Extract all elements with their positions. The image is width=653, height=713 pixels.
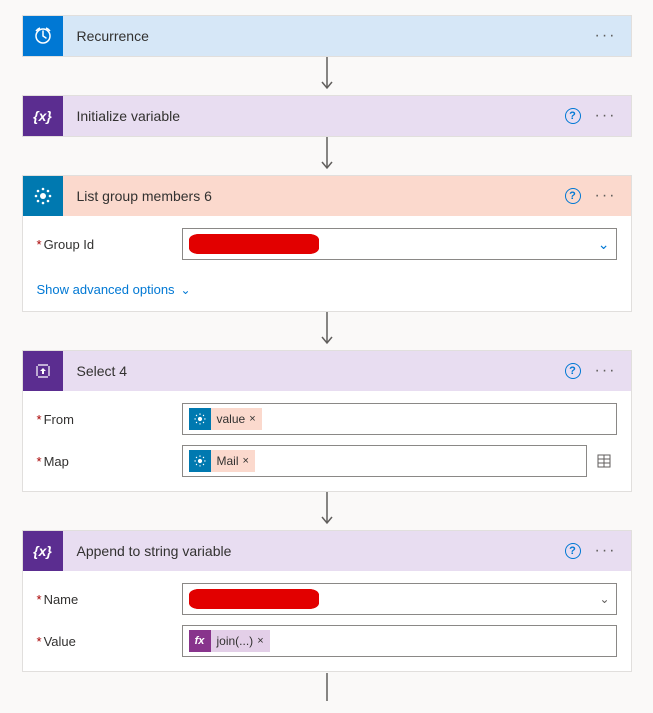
param-label-value: *Value <box>37 634 182 649</box>
more-icon[interactable]: ··· <box>595 107 617 125</box>
step-append-string[interactable]: {x} Append to string variable ? ··· *Nam… <box>22 530 632 672</box>
azure-ad-icon <box>189 450 211 472</box>
step-list-group-members[interactable]: List group members 6 ? ··· *Group Id ⌄ S… <box>22 175 632 312</box>
step-append-string-header[interactable]: {x} Append to string variable ? ··· <box>23 531 631 571</box>
token-text: join(...) <box>217 634 254 648</box>
group-id-input[interactable]: ⌄ <box>182 228 617 260</box>
redacted-value <box>189 234 319 254</box>
connector-arrow <box>10 137 643 175</box>
help-icon[interactable]: ? <box>565 543 581 559</box>
more-icon[interactable]: ··· <box>595 542 617 560</box>
more-icon[interactable]: ··· <box>595 187 617 205</box>
step-select[interactable]: Select 4 ? ··· *From value × <box>22 350 632 492</box>
help-icon[interactable]: ? <box>565 108 581 124</box>
step-append-string-title: Append to string variable <box>63 543 565 559</box>
param-label-name: *Name <box>37 592 182 607</box>
step-select-header[interactable]: Select 4 ? ··· <box>23 351 631 391</box>
remove-token-icon[interactable]: × <box>249 413 255 425</box>
step-list-group-members-body: *Group Id ⌄ Show advanced options ⌄ <box>23 216 631 311</box>
more-icon[interactable]: ··· <box>595 27 617 45</box>
param-label-map: *Map <box>37 454 182 469</box>
switch-map-mode-icon[interactable] <box>591 445 617 477</box>
from-input[interactable]: value × <box>182 403 617 435</box>
token-text: Mail <box>217 454 239 468</box>
param-label-group-id: *Group Id <box>37 237 182 252</box>
connector-arrow <box>10 57 643 95</box>
map-input[interactable]: Mail × <box>182 445 587 477</box>
step-select-body: *From value × *Map <box>23 391 631 491</box>
step-init-variable-title: Initialize variable <box>63 108 565 124</box>
token-value[interactable]: value × <box>189 408 262 430</box>
token-text: value <box>217 412 246 426</box>
name-input[interactable]: ⌄ <box>182 583 617 615</box>
redacted-value <box>189 589 319 609</box>
step-list-group-members-title: List group members 6 <box>63 188 565 204</box>
flow-canvas: Recurrence ··· {x} Initialize variable ?… <box>10 15 643 702</box>
param-row-value: *Value fx join(...) × <box>37 625 617 657</box>
fx-icon: fx <box>189 630 211 652</box>
clock-icon <box>23 16 63 56</box>
step-init-variable[interactable]: {x} Initialize variable ? ··· <box>22 95 632 137</box>
chevron-down-icon[interactable]: ⌄ <box>598 236 610 253</box>
more-icon[interactable]: ··· <box>595 362 617 380</box>
variable-icon: {x} <box>23 96 63 136</box>
param-row-from: *From value × <box>37 403 617 435</box>
step-recurrence-header[interactable]: Recurrence ··· <box>23 16 631 56</box>
azure-ad-icon <box>189 408 211 430</box>
chevron-down-icon[interactable]: ⌄ <box>599 592 609 606</box>
chevron-down-icon: ⌄ <box>181 283 191 297</box>
step-init-variable-header[interactable]: {x} Initialize variable ? ··· <box>23 96 631 136</box>
param-row-map: *Map Mail × <box>37 445 617 477</box>
variable-icon: {x} <box>23 531 63 571</box>
step-select-title: Select 4 <box>63 363 565 379</box>
step-list-group-members-header[interactable]: List group members 6 ? ··· <box>23 176 631 216</box>
help-icon[interactable]: ? <box>565 188 581 204</box>
select-icon <box>23 351 63 391</box>
help-icon[interactable]: ? <box>565 363 581 379</box>
param-label-from: *From <box>37 412 182 427</box>
step-append-string-body: *Name ⌄ *Value fx join(...) × <box>23 571 631 671</box>
connector-arrow <box>10 492 643 530</box>
connector-arrow <box>10 672 643 702</box>
step-recurrence[interactable]: Recurrence ··· <box>22 15 632 57</box>
param-row-group-id: *Group Id ⌄ <box>37 228 617 260</box>
step-recurrence-title: Recurrence <box>63 28 595 44</box>
param-row-name: *Name ⌄ <box>37 583 617 615</box>
value-input[interactable]: fx join(...) × <box>182 625 617 657</box>
remove-token-icon[interactable]: × <box>257 635 263 647</box>
show-advanced-options-link[interactable]: Show advanced options ⌄ <box>37 282 191 297</box>
azure-ad-icon <box>23 176 63 216</box>
connector-arrow <box>10 312 643 350</box>
remove-token-icon[interactable]: × <box>243 455 249 467</box>
token-mail[interactable]: Mail × <box>189 450 255 472</box>
token-join-expression[interactable]: fx join(...) × <box>189 630 270 652</box>
